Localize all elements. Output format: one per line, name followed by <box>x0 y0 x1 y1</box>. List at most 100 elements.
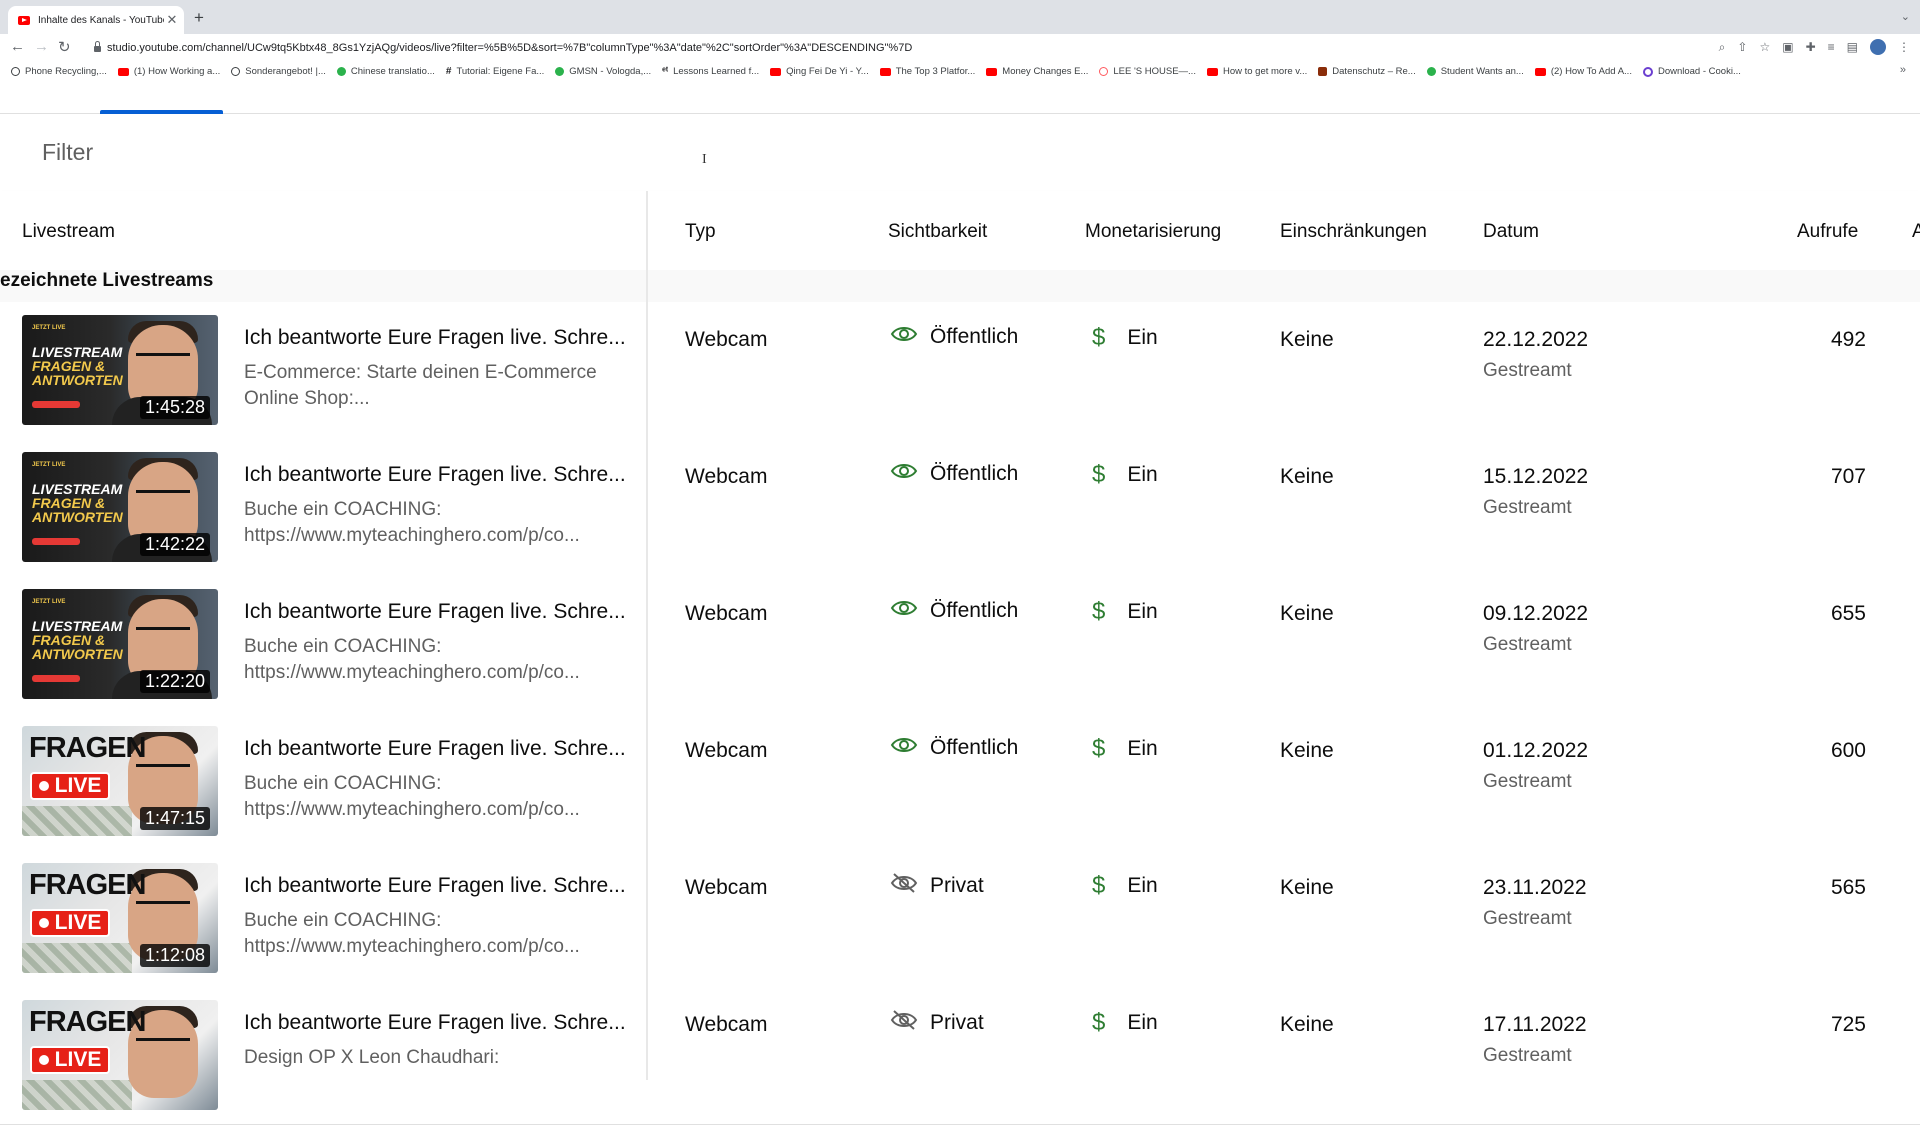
eye-icon <box>890 461 930 487</box>
monetization-cell[interactable]: $ Ein <box>1092 324 1158 352</box>
tab-search-icon[interactable]: ⌄ <box>1901 10 1910 23</box>
views-count: 725 <box>1830 1013 1866 1036</box>
profile-avatar[interactable] <box>1870 39 1886 55</box>
bookmarks-bar: Phone Recycling,... (1) How Working a... S… <box>0 62 1920 81</box>
monetization-cell[interactable]: $ Ein <box>1092 598 1158 626</box>
bookmark-label: Lessons Learned f... <box>673 66 760 77</box>
bookmark-item[interactable]: LEE 'S HOUSE—... <box>1099 66 1196 77</box>
monetization-cell[interactable]: $ Ein <box>1092 735 1158 763</box>
thumb-subscribe-pill <box>32 538 80 545</box>
col-einschraenkungen[interactable]: Einschränkungen <box>1280 221 1427 243</box>
bookmark-item[interactable]: Money Changes E... <box>986 66 1088 77</box>
video-thumbnail[interactable]: FRAGEN LIVE 1:12:08 <box>22 863 218 973</box>
table-row[interactable]: FRAGEN LIVE 1:47:15 Ich beantworte Eure Fra… <box>0 713 1920 851</box>
sidepanel-icon[interactable]: ▤ <box>1847 40 1858 54</box>
monetization-cell[interactable]: $ Ein <box>1092 1009 1158 1037</box>
visibility-cell[interactable]: Privat <box>890 872 984 900</box>
visibility-cell[interactable]: Öffentlich <box>890 598 1018 624</box>
bookmark-item[interactable]: # Tutorial: Eigene Fa... <box>446 66 544 77</box>
thumb-headline: LIVESTREAM FRAGEN & ANTWORTEN <box>32 345 123 387</box>
video-title[interactable]: Ich beantworte Eure Fragen live. Schre..… <box>244 600 626 624</box>
col-sichtbarkeit[interactable]: Sichtbarkeit <box>888 221 987 243</box>
views-count: 707 <box>1830 465 1866 488</box>
col-next[interactable]: A <box>1912 221 1920 243</box>
forward-icon[interactable]: → <box>34 38 49 55</box>
browser-tab[interactable]: Inhalte des Kanals - YouTube S ✕ <box>8 6 184 34</box>
bookmark-item[interactable]: ᵉᵗ Lessons Learned f... <box>662 66 759 77</box>
menu-icon[interactable]: ⋮ <box>1898 40 1910 54</box>
new-tab-icon[interactable]: + <box>194 8 204 28</box>
video-thumbnail[interactable]: FRAGEN LIVE 1:47:15 <box>22 726 218 836</box>
dollar-icon: $ <box>1092 461 1106 488</box>
video-title[interactable]: Ich beantworte Eure Fragen live. Schre..… <box>244 463 626 487</box>
bookmark-item[interactable]: Student Wants an... <box>1426 66 1524 77</box>
visibility-cell[interactable]: Öffentlich <box>890 324 1018 350</box>
bookmark-label: Qing Fei De Yi - Y... <box>786 66 869 77</box>
zoom-icon[interactable]: ⌕ <box>1719 40 1726 55</box>
dark-icon <box>1318 67 1328 76</box>
back-icon[interactable]: ← <box>10 38 25 55</box>
bookmark-item[interactable]: How to get more v... <box>1206 66 1307 77</box>
text-icon: ᵉᵗ <box>662 66 669 77</box>
visibility-cell[interactable]: Privat <box>890 1009 984 1037</box>
thumb-line3: ANTWORTEN <box>32 509 123 525</box>
share-icon[interactable]: ⇧ <box>1737 40 1747 54</box>
extension-icon[interactable]: ▣ <box>1782 40 1793 54</box>
bookmark-item[interactable]: (2) How To Add A... <box>1534 66 1632 77</box>
address-bar[interactable]: studio.youtube.com/channel/UCw9tq5Kbtx48… <box>92 38 1652 58</box>
visibility-cell[interactable]: Öffentlich <box>890 461 1018 487</box>
monetization-cell[interactable]: $ Ein <box>1092 461 1158 489</box>
bookmark-label: Datenschutz – Re... <box>1332 66 1416 77</box>
bookmark-item[interactable]: Qing Fei De Yi - Y... <box>770 66 869 77</box>
bookmark-item[interactable]: Datenschutz – Re... <box>1318 66 1416 77</box>
table-row[interactable]: JETZT LIVE LIVESTREAM FRAGEN & ANTWORTEN 1:2… <box>0 576 1920 714</box>
bookmark-item[interactable]: Download - Cooki... <box>1642 66 1741 77</box>
col-datum[interactable]: Datum <box>1483 221 1539 243</box>
video-title[interactable]: Ich beantworte Eure Fragen live. Schre..… <box>244 326 626 350</box>
filter-bar[interactable]: Filter <box>0 114 1920 192</box>
date-status: Gestreamt <box>1483 908 1572 929</box>
puzzle-icon[interactable]: ✚ <box>1806 40 1816 54</box>
video-title[interactable]: Ich beantworte Eure Fragen live. Schre..… <box>244 874 626 898</box>
views-count: 565 <box>1830 876 1866 899</box>
video-thumbnail[interactable]: JETZT LIVE LIVESTREAM FRAGEN & ANTWORTEN 1:4… <box>22 452 218 562</box>
bookmark-item[interactable]: Sonderangebot! |... <box>231 66 326 77</box>
filter-input[interactable]: Filter <box>42 139 93 166</box>
bookmark-item[interactable]: The Top 3 Platfor... <box>879 66 975 77</box>
table-row[interactable]: JETZT LIVE LIVESTREAM FRAGEN & ANTWORTEN 1:4… <box>0 302 1920 440</box>
bookmarks-overflow-icon[interactable]: » <box>1900 64 1906 76</box>
thumb-glasses <box>136 1038 190 1051</box>
table-row[interactable]: FRAGEN LIVE 1:12:08 Ich beantworte Eure Fra… <box>0 850 1920 988</box>
bookmark-item[interactable]: Phone Recycling,... <box>11 66 107 77</box>
video-title[interactable]: Ich beantworte Eure Fragen live. Schre..… <box>244 737 626 761</box>
youtube-favicon-icon <box>18 15 30 25</box>
video-thumbnail[interactable]: JETZT LIVE LIVESTREAM FRAGEN & ANTWORTEN 1:4… <box>22 315 218 425</box>
visibility-label: Öffentlich <box>930 462 1019 485</box>
views-count: 492 <box>1830 328 1866 351</box>
col-livestream[interactable]: Livestream <box>22 221 115 243</box>
video-title[interactable]: Ich beantworte Eure Fragen live. Schre..… <box>244 1011 626 1035</box>
thumb-money <box>22 806 132 836</box>
table-header: Livestream Typ Sichtbarkeit Monetarisier… <box>0 191 1920 271</box>
media-icon[interactable]: ≡ <box>1828 40 1835 54</box>
visibility-cell[interactable]: Öffentlich <box>890 735 1018 761</box>
monetization-cell[interactable]: $ Ein <box>1092 872 1158 900</box>
table-row[interactable]: JETZT LIVE LIVESTREAM FRAGEN & ANTWORTEN 1:4… <box>0 439 1920 577</box>
bookmark-label: Download - Cooki... <box>1657 66 1741 77</box>
video-description: Buche ein COACHING: https://www.myteachi… <box>244 910 580 957</box>
reload-icon[interactable]: ↻ <box>58 38 71 56</box>
col-aufrufe[interactable]: Aufrufe <box>1797 221 1858 243</box>
video-thumbnail[interactable]: FRAGEN LIVE <box>22 1000 218 1110</box>
bookmark-item[interactable]: GMSN - Vologda,... <box>555 66 651 77</box>
monetization-label: Ein <box>1127 874 1158 897</box>
star-icon[interactable]: ☆ <box>1759 40 1770 54</box>
thumb-live-badge: LIVE <box>30 909 110 937</box>
video-thumbnail[interactable]: JETZT LIVE LIVESTREAM FRAGEN & ANTWORTEN 1:2… <box>22 589 218 699</box>
bookmark-item[interactable]: Chinese translatio... <box>336 66 435 77</box>
col-typ[interactable]: Typ <box>685 221 716 243</box>
close-tab-icon[interactable]: ✕ <box>164 12 180 28</box>
col-monetarisierung[interactable]: Monetarisierung <box>1085 221 1221 243</box>
bookmark-item[interactable]: (1) How Working a... <box>117 66 220 77</box>
video-description: Buche ein COACHING: https://www.myteachi… <box>244 499 580 546</box>
table-row[interactable]: FRAGEN LIVE Ich beantworte Eure Fragen liv… <box>0 987 1920 1125</box>
